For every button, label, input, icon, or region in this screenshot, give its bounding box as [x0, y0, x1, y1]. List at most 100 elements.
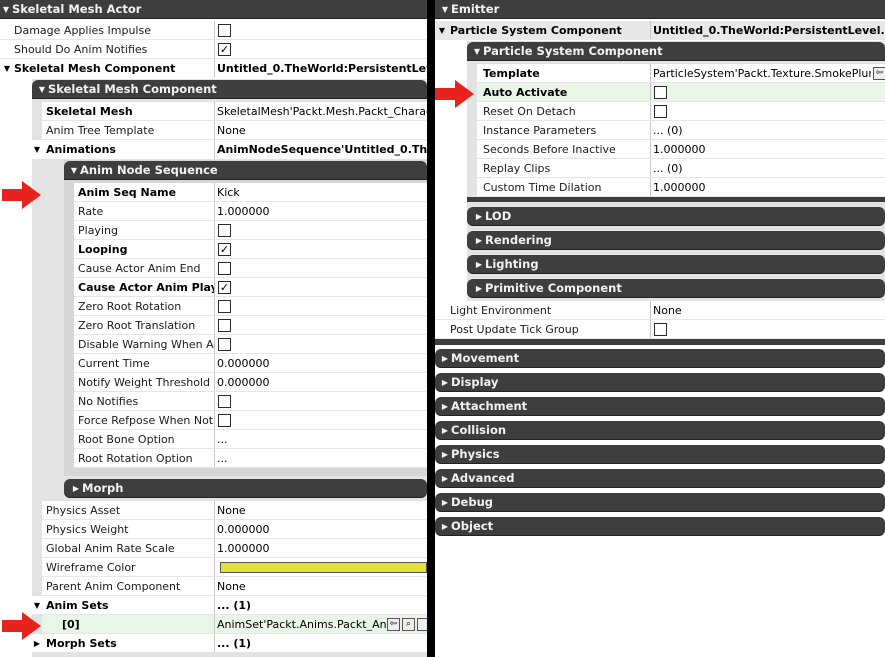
value-seconds-before-inactive[interactable]: 1.000000	[653, 140, 885, 159]
group-lighting[interactable]: ▶ Lighting	[467, 255, 885, 274]
row-damage-applies-impulse: Damage Applies Impulse	[0, 21, 427, 40]
group-morph[interactable]: ▶ Morph	[64, 479, 427, 498]
value-global-anim-rate-scale[interactable]: 1.000000	[217, 539, 427, 558]
label-instance-parameters: Instance Parameters	[483, 124, 597, 137]
category-physics[interactable]: ▶ Physics	[435, 445, 885, 464]
label-post-update-tick-group: Post Update Tick Group	[450, 323, 579, 336]
value-notify-weight-threshold[interactable]: 0.000000	[217, 373, 427, 392]
value-light-environment[interactable]: None	[653, 301, 885, 320]
expand-triangle-icon[interactable]: ▼	[437, 21, 447, 40]
value-root-rotation-option[interactable]: ...	[217, 449, 427, 468]
row-global-anim-rate-scale: Global Anim Rate Scale 1.000000	[42, 539, 427, 558]
checkbox-looping[interactable]: ✓	[218, 243, 231, 256]
expand-triangle-icon: ▶	[475, 260, 483, 269]
value-template[interactable]: ParticleSystem'Packt.Texture.SmokePlume'	[653, 64, 871, 83]
group-primitive-component[interactable]: ▶ Primitive Component	[467, 279, 885, 298]
row-light-environment: Light Environment None	[435, 301, 885, 320]
category-emitter[interactable]: ▼ Emitter	[435, 0, 885, 19]
row-should-do-anim-notifies: Should Do Anim Notifies ✓	[0, 40, 427, 59]
row-parent-anim-component: Parent Anim Component None	[42, 577, 427, 596]
checkbox-cause-actor-anim-play[interactable]: ✓	[218, 281, 231, 294]
label-current-time: Current Time	[78, 357, 150, 370]
value-instance-parameters[interactable]: ... (0)	[653, 121, 885, 140]
category-collision[interactable]: ▶ Collision	[435, 421, 885, 440]
checkbox-force-refpose-when-not-pl[interactable]	[218, 414, 231, 427]
checkbox-no-notifies[interactable]	[218, 395, 231, 408]
label-cause-actor-anim-end: Cause Actor Anim End	[78, 262, 201, 275]
checkbox-zero-root-translation[interactable]	[218, 319, 231, 332]
value-parent-anim-component[interactable]: None	[217, 577, 427, 596]
wireframe-color-swatch[interactable]	[220, 562, 427, 573]
value-0[interactable]: AnimSet'Packt.Anims.Packt_Anims'	[217, 615, 387, 634]
group-skeletal-mesh-component[interactable]: ▼ Skeletal Mesh Component	[32, 80, 427, 99]
collapse-triangle-icon: ▼	[38, 85, 46, 94]
expand-triangle-icon: ▶	[72, 484, 80, 493]
clear-icon[interactable]	[417, 618, 427, 631]
checkbox-should-do-anim-notifies[interactable]: ✓	[218, 43, 231, 56]
row-skeletal-mesh: Skeletal Mesh SkeletalMesh'Packt.Mesh.Pa…	[42, 102, 427, 121]
pane-divider[interactable]	[427, 0, 435, 657]
row-auto-activate: Auto Activate	[477, 83, 885, 102]
category-skeletal-mesh-actor[interactable]: ▼ Skeletal Mesh Actor	[0, 0, 427, 19]
value-custom-time-dilation[interactable]: 1.000000	[653, 178, 885, 197]
use-selected-icon[interactable]: ⇦	[387, 618, 400, 631]
row-particle-system-component[interactable]: ▼ Particle System Component Untitled_0.T…	[435, 21, 885, 40]
label-root-rotation-option: Root Rotation Option	[78, 452, 193, 465]
row-morph-sets[interactable]: ▶ Morph Sets... (1)	[32, 634, 427, 653]
value-anim-tree-template[interactable]: None	[217, 121, 427, 140]
checkbox-disable-warning-when-anim[interactable]	[218, 338, 231, 351]
browse-search-icon[interactable]: ⌕	[402, 618, 415, 631]
value-skeletal-mesh[interactable]: SkeletalMesh'Packt.Mesh.Packt_Character'	[217, 102, 427, 121]
label-disable-warning-when-anim: Disable Warning When Anim	[78, 338, 214, 351]
label-particle-system-component: Particle System Component	[450, 24, 622, 37]
expand-triangle-icon: ▶	[441, 498, 449, 507]
checkbox-auto-activate[interactable]	[654, 86, 667, 99]
group-lod[interactable]: ▶ LOD	[467, 207, 885, 226]
group-anim-node-sequence[interactable]: ▼ Anim Node Sequence	[64, 161, 427, 180]
group-rendering[interactable]: ▶ Rendering	[467, 231, 885, 250]
label-global-anim-rate-scale: Global Anim Rate Scale	[46, 542, 175, 555]
value-anim-sets[interactable]: ... (1)	[217, 596, 427, 615]
checkbox-post-update-tick-group[interactable]	[654, 323, 667, 336]
expand-triangle-icon: ▶	[441, 402, 449, 411]
category-object[interactable]: ▶ Object	[435, 517, 885, 536]
row-template: Template ParticleSystem'Packt.Texture.Smo…	[477, 64, 885, 83]
label-morph-sets: Morph Sets	[46, 637, 117, 650]
value-physics-asset[interactable]: None	[217, 501, 427, 520]
row-skeletal-mesh-component[interactable]: ▼ Skeletal Mesh Component Untitled_0.The…	[0, 59, 427, 78]
row-animations[interactable]: ▼ Animations AnimNodeSequence'Untitled_0…	[32, 140, 427, 159]
label-reset-on-detach: Reset On Detach	[483, 105, 576, 118]
row-anim-sets[interactable]: ▼ Anim Sets... (1)	[32, 596, 427, 615]
expand-triangle-icon: ▶	[475, 236, 483, 245]
value-morph-sets[interactable]: ... (1)	[217, 634, 427, 653]
category-movement[interactable]: ▶ Movement	[435, 349, 885, 368]
value-replay-clips[interactable]: ... (0)	[653, 159, 885, 178]
use-selected-icon[interactable]: ⇦	[873, 67, 885, 80]
row-rate: Rate 1.000000	[74, 202, 427, 221]
category-display[interactable]: ▶ Display	[435, 373, 885, 392]
expand-triangle-icon: ▶	[441, 426, 449, 435]
label-seconds-before-inactive: Seconds Before Inactive	[483, 143, 616, 156]
expand-triangle-icon: ▶	[441, 474, 449, 483]
expand-triangle-icon[interactable]: ▼	[32, 140, 42, 159]
expand-triangle-icon[interactable]: ▼	[2, 59, 12, 78]
row-0: [0] AnimSet'Packt.Anims.Packt_Anims'⇦⌕	[42, 615, 427, 634]
value-anim-seq-name[interactable]: Kick	[217, 183, 427, 202]
label-custom-time-dilation: Custom Time Dilation	[483, 181, 602, 194]
category-advanced[interactable]: ▶ Advanced	[435, 469, 885, 488]
value-rate[interactable]: 1.000000	[217, 202, 427, 221]
checkbox-damage-applies-impulse[interactable]	[218, 24, 231, 37]
checkbox-zero-root-rotation[interactable]	[218, 300, 231, 313]
checkbox-reset-on-detach[interactable]	[654, 105, 667, 118]
label-damage-applies-impulse: Damage Applies Impulse	[14, 24, 151, 37]
category-attachment[interactable]: ▶ Attachment	[435, 397, 885, 416]
value-current-time[interactable]: 0.000000	[217, 354, 427, 373]
label-rate: Rate	[78, 205, 104, 218]
value-physics-weight[interactable]: 0.000000	[217, 520, 427, 539]
group-particle-system-component[interactable]: ▼ Particle System Component	[467, 42, 885, 61]
value-root-bone-option[interactable]: ...	[217, 430, 427, 449]
checkbox-cause-actor-anim-end[interactable]	[218, 262, 231, 275]
checkbox-playing[interactable]	[218, 224, 231, 237]
emitter-panel: ▼ Emitter ▼ Particle System Component Unt…	[435, 0, 885, 657]
category-debug[interactable]: ▶ Debug	[435, 493, 885, 512]
